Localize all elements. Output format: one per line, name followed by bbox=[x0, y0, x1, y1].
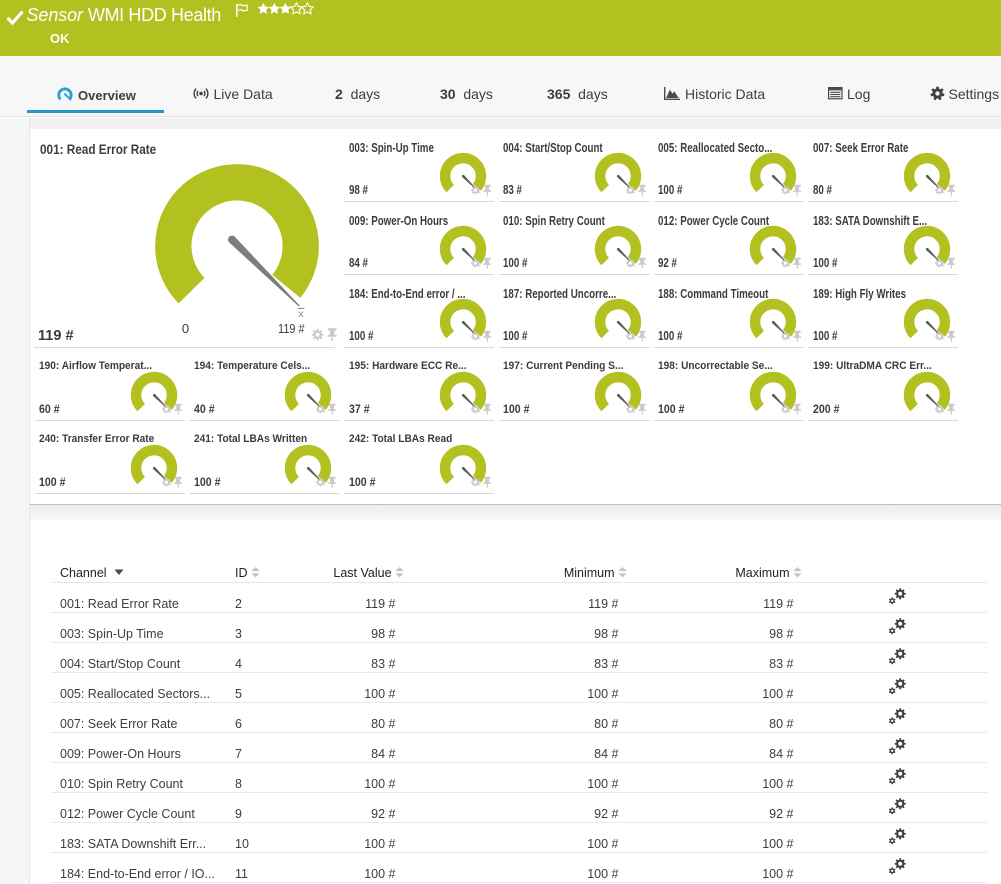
svg-text:x: x bbox=[298, 309, 304, 321]
